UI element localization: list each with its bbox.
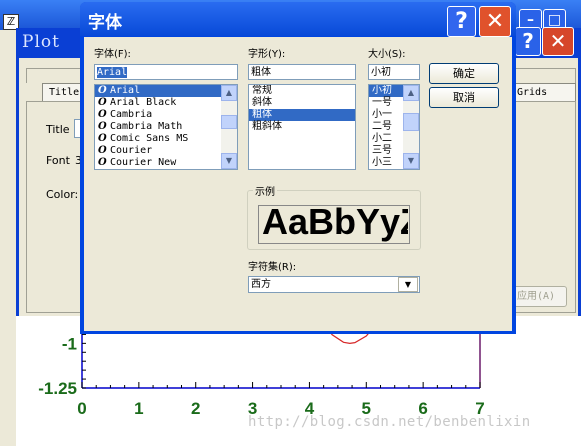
font-name-item[interactable]: O Courier New (95, 157, 237, 169)
truetype-icon: O (98, 121, 107, 132)
truetype-icon: O (98, 109, 107, 120)
font-style-input[interactable]: 粗体 (248, 64, 356, 80)
font-style-item-label: 粗斜体 (252, 121, 282, 132)
sample-preview-text: AaBbYyZz (262, 201, 408, 242)
plot-close-button[interactable]: ✕ (542, 27, 574, 56)
font-style-list[interactable]: 常规 斜体 粗体 粗斜体 (248, 84, 356, 170)
font-name-item[interactable]: O Arial (95, 85, 237, 97)
font-size-label: 大小(S): (368, 49, 406, 60)
scroll-thumb[interactable] (403, 113, 419, 131)
font-name-item[interactable]: O Cambria (95, 109, 237, 121)
y-tick-label: -1 (62, 334, 77, 353)
truetype-icon: O (98, 145, 107, 156)
font-name-input[interactable]: Arial (94, 64, 238, 80)
watermark: http://blog.csdn.net/benbenlixin (248, 414, 531, 430)
font-style-item[interactable]: 常规 (249, 85, 355, 97)
scroll-up-icon[interactable]: ▲ (403, 85, 419, 101)
font-size-item-label: 小初 (372, 85, 392, 96)
y-tick-label: -1.25 (38, 379, 77, 398)
truetype-icon: O (98, 157, 107, 168)
color-label: Color: (46, 188, 79, 201)
font-size-item-label: 二号 (372, 121, 392, 132)
x-tick-label: 1 (134, 399, 143, 418)
font-label: Font (46, 154, 70, 167)
font-name-item[interactable]: O Comic Sans MS (95, 133, 237, 145)
font-name-item-label: Cambria Math (110, 121, 183, 132)
plot-window-title: Plot (22, 32, 60, 52)
truetype-icon: O (98, 97, 107, 108)
x-tick-label: 2 (191, 399, 200, 418)
font-style-item[interactable]: 斜体 (249, 97, 355, 109)
font-style-item[interactable]: 粗斜体 (249, 121, 355, 133)
charset-select[interactable]: 西方 (248, 276, 420, 293)
scroll-down-icon[interactable]: ▼ (221, 153, 237, 169)
cancel-button[interactable]: 取消 (429, 87, 499, 108)
size-list-scrollbar[interactable]: ▲ ▼ (403, 85, 419, 169)
font-name-item-label: Comic Sans MS (110, 133, 189, 144)
ok-button[interactable]: 确定 (429, 63, 499, 84)
font-size-list[interactable]: 小初 一号 小一 二号 小二 三号 小三 ▲ ▼ (368, 84, 420, 170)
font-name-item-label: Cambria (110, 109, 153, 120)
font-size-item-label: 三号 (372, 145, 392, 156)
font-size-input[interactable]: 小初 (368, 64, 420, 80)
plot-help-button[interactable]: ? (515, 27, 541, 56)
font-name-item-label: Courier (110, 145, 153, 156)
help-button[interactable]: ? (447, 6, 476, 37)
sample-label: 示例 (253, 183, 277, 198)
font-name-item[interactable]: O Courier (95, 145, 237, 157)
font-name-value: Arial (97, 67, 128, 78)
truetype-icon: O (98, 85, 107, 96)
font-style-item-label: 常规 (252, 85, 272, 96)
scroll-down-icon[interactable]: ▼ (403, 153, 419, 169)
font-size-item-label: 小一 (372, 109, 392, 120)
font-name-item-label: Arial (110, 85, 141, 96)
font-size-item-label: 一号 (372, 97, 392, 108)
font-name-item[interactable]: O Cambria Math (95, 121, 237, 133)
tab-grids[interactable]: Grids (510, 83, 576, 101)
chevron-down-icon[interactable]: ▼ (398, 277, 418, 292)
font-style-label: 字形(Y): (248, 49, 286, 60)
font-style-item-label: 粗体 (252, 109, 272, 120)
close-button[interactable]: ✕ (479, 6, 511, 37)
truetype-icon: O (98, 133, 107, 144)
font-name-item-label: Arial Black (110, 97, 177, 108)
x-tick-label: 0 (77, 399, 86, 418)
font-name-item-label: Courier New (110, 157, 177, 168)
title-label: Title (46, 123, 70, 136)
font-name-label: 字体(F): (94, 49, 131, 60)
charset-label: 字符集(R): (248, 262, 297, 273)
font-name-list[interactable]: O Arial O Arial Black O Cambria O Cambria Math O… (94, 84, 238, 170)
font-list-scrollbar[interactable]: ▲ ▼ (221, 85, 237, 169)
font-style-item-label: 斜体 (252, 97, 272, 108)
font-size-item-label: 小三 (372, 157, 392, 168)
scroll-up-icon[interactable]: ▲ (221, 85, 237, 101)
font-name-item[interactable]: O Arial Black (95, 97, 237, 109)
font-size-item-label: 小二 (372, 133, 392, 144)
scroll-thumb[interactable] (221, 115, 237, 129)
font-style-item[interactable]: 粗体 (249, 109, 355, 121)
font-dialog-title: 字体 (88, 13, 122, 33)
